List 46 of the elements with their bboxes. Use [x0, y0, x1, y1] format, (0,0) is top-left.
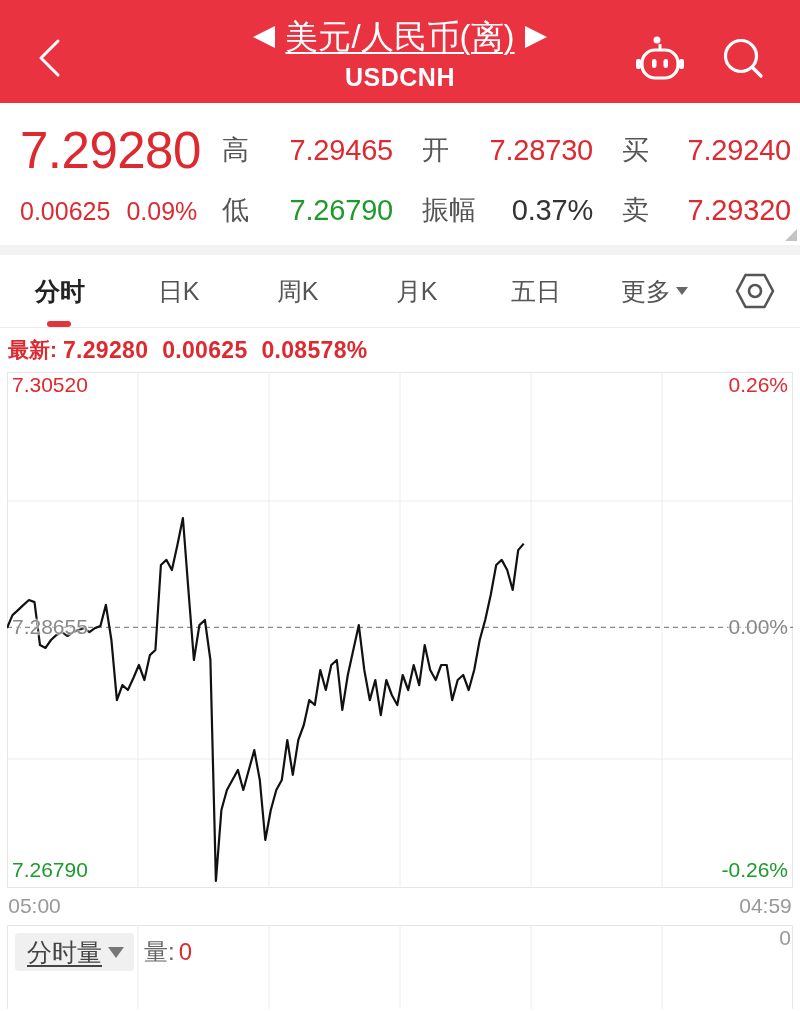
time-axis-label: 05:00 [8, 893, 61, 919]
chart-tab[interactable]: 分时 [0, 255, 119, 327]
stat-value: 7.28730 [489, 133, 593, 167]
chart-tab[interactable]: 日K [119, 255, 238, 327]
chart-tab[interactable]: 更多 [595, 255, 714, 327]
time-axis-label: 04:59 [739, 893, 792, 919]
search-icon[interactable] [722, 37, 764, 79]
stat-label: 卖 [622, 194, 649, 227]
currency-pair-title[interactable]: 美元/人民币(离) [285, 16, 515, 58]
stat-value: 7.29320 [687, 193, 791, 227]
price-axis-label: 7.26790 [12, 856, 88, 883]
stat-label: 振幅 [422, 194, 476, 227]
stat-value: 7.26790 [289, 193, 393, 227]
chart-tab[interactable]: 月K [357, 255, 476, 327]
latest-label: 最新: [8, 337, 57, 363]
latest-price: 7.29280 [63, 336, 149, 364]
caret-left-icon[interactable] [253, 26, 276, 48]
percent-axis-label: 0.00% [728, 614, 788, 641]
caret-down-icon [108, 946, 124, 958]
volume-axis-label: 0 [779, 925, 791, 951]
settings-icon[interactable] [735, 273, 775, 309]
percent-change: 0.09% [126, 196, 198, 226]
chart-tab[interactable]: 周K [238, 255, 357, 327]
chart-tab[interactable]: 五日 [476, 255, 595, 327]
symbol-code: USDCNH [345, 62, 455, 92]
stat-value: 7.29240 [687, 133, 791, 167]
stat-value: 7.29465 [289, 133, 393, 167]
volume-label: 量: [144, 937, 175, 967]
volume-selector[interactable]: 分时量 [15, 933, 134, 971]
percent-axis-label: 0.26% [728, 372, 788, 398]
last-price: 7.29280 [20, 121, 202, 181]
latest-change: 0.00625 [162, 336, 248, 364]
robot-icon[interactable] [634, 35, 686, 81]
latest-percent: 0.08578% [261, 336, 368, 364]
price-change: 0.00625 [20, 196, 111, 226]
caret-down-icon [676, 287, 688, 295]
back-icon[interactable] [37, 38, 61, 78]
stat-label: 买 [622, 134, 649, 167]
stat-label: 开 [422, 134, 449, 167]
stat-value: 0.37% [511, 193, 593, 227]
caret-right-icon[interactable] [524, 26, 547, 48]
price-axis-label: 7.30520 [12, 372, 88, 398]
volume-value: 0 [178, 938, 193, 966]
stat-label: 高 [222, 134, 249, 167]
stat-label: 低 [222, 194, 249, 227]
percent-axis-label: -0.26% [721, 856, 788, 883]
